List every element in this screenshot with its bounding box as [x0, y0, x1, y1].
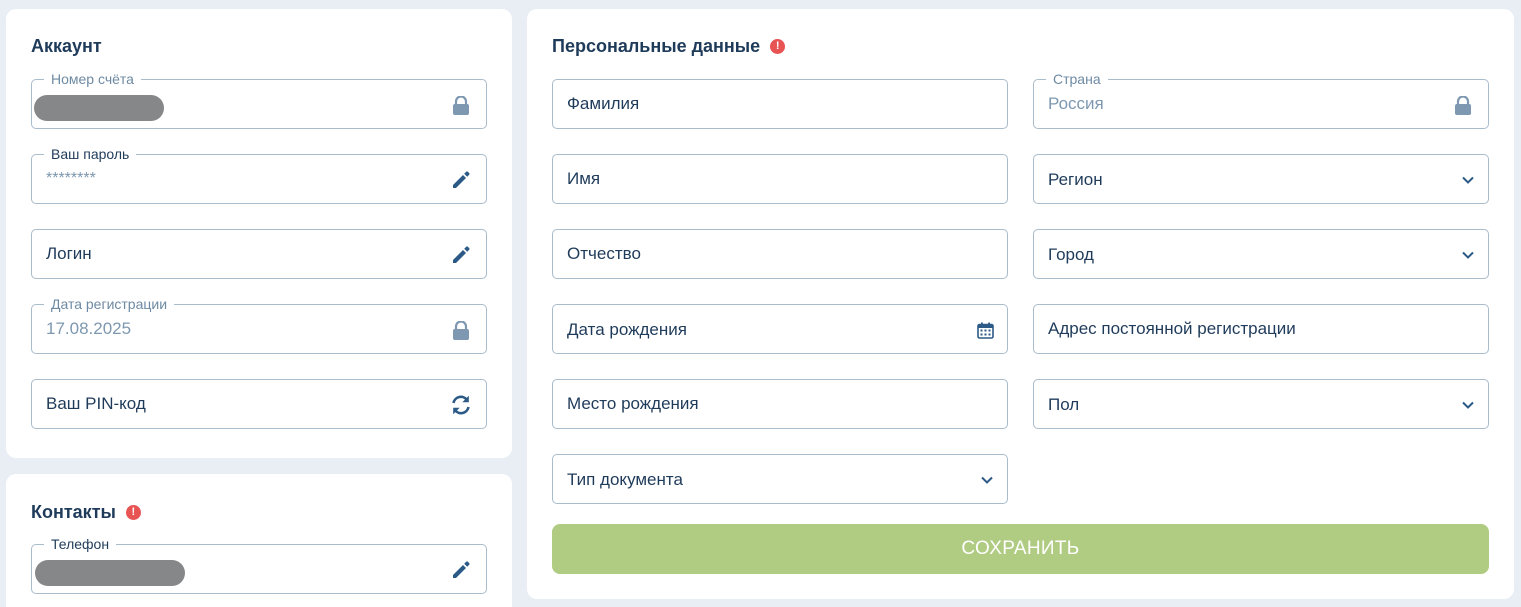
country-label: Страна: [1046, 70, 1108, 88]
login-field[interactable]: Логин: [31, 229, 487, 279]
address-field[interactable]: Адрес постоянной регистрации: [1033, 304, 1489, 354]
save-button[interactable]: СОХРАНИТЬ: [552, 524, 1489, 574]
city-placeholder: Город: [1048, 245, 1094, 264]
pencil-icon[interactable]: [449, 558, 473, 582]
exclamation-circle-icon: !: [770, 39, 786, 54]
pencil-icon[interactable]: [449, 243, 473, 267]
chevron-down-icon[interactable]: [975, 468, 999, 492]
country-value: Россия: [1048, 94, 1104, 113]
gender-select[interactable]: Пол: [1033, 379, 1489, 429]
password-field[interactable]: Ваш пароль ********: [31, 145, 487, 204]
contacts-title: Контакты !: [31, 502, 141, 523]
birth-place-placeholder: Место рождения: [567, 394, 699, 413]
registration-date-value: 17.08.2025: [46, 319, 132, 338]
first-name-placeholder: Имя: [567, 169, 601, 188]
login-placeholder: Логин: [46, 244, 92, 263]
refresh-icon[interactable]: [449, 393, 473, 417]
pin-code-field[interactable]: Ваш PIN-код: [31, 379, 487, 429]
exclamation-circle-icon: !: [125, 505, 141, 520]
document-type-select[interactable]: Тип документа: [552, 454, 1008, 504]
patronymic-placeholder: Отчество: [567, 244, 641, 263]
last-name-placeholder: Фамилия: [567, 94, 640, 113]
phone-label: Телефон: [44, 535, 117, 553]
birth-place-field[interactable]: Место рождения: [552, 379, 1008, 429]
first-name-field[interactable]: Имя: [552, 154, 1008, 204]
account-number-redacted: [34, 95, 164, 121]
gender-placeholder: Пол: [1048, 395, 1080, 414]
phone-field[interactable]: Телефон: [31, 535, 487, 594]
document-type-placeholder: Тип документа: [567, 470, 683, 489]
pencil-icon[interactable]: [449, 168, 473, 192]
registration-date-label: Дата регистрации: [44, 295, 175, 313]
account-number-field: Номер счёта: [31, 70, 487, 129]
chevron-down-icon[interactable]: [1456, 243, 1480, 267]
chevron-down-icon[interactable]: [1456, 168, 1480, 192]
chevron-down-icon[interactable]: [1456, 393, 1480, 417]
birth-date-placeholder: Дата рождения: [567, 320, 687, 339]
last-name-field[interactable]: Фамилия: [552, 79, 1008, 129]
password-label: Ваш пароль: [44, 145, 137, 163]
account-number-label: Номер счёта: [44, 70, 141, 88]
personal-data-title: Персональные данные !: [552, 36, 786, 57]
region-placeholder: Регион: [1048, 170, 1103, 189]
birth-date-field[interactable]: Дата рождения: [552, 304, 1008, 354]
country-field: Страна Россия: [1033, 70, 1489, 129]
address-placeholder: Адрес постоянной регистрации: [1048, 319, 1296, 338]
lock-icon: [1451, 93, 1475, 117]
pin-code-placeholder: Ваш PIN-код: [46, 394, 146, 413]
contacts-title-text: Контакты: [31, 502, 116, 522]
patronymic-field[interactable]: Отчество: [552, 229, 1008, 279]
password-value: ********: [46, 170, 96, 187]
account-title: Аккаунт: [31, 36, 102, 57]
calendar-icon[interactable]: [973, 318, 997, 342]
personal-data-title-text: Персональные данные: [552, 36, 761, 56]
region-select[interactable]: Регион: [1033, 154, 1489, 204]
lock-icon: [449, 318, 473, 342]
city-select[interactable]: Город: [1033, 229, 1489, 279]
registration-date-field: Дата регистрации 17.08.2025: [31, 295, 487, 354]
phone-redacted: [35, 560, 185, 586]
account-title-text: Аккаунт: [31, 36, 102, 56]
lock-icon: [449, 93, 473, 117]
